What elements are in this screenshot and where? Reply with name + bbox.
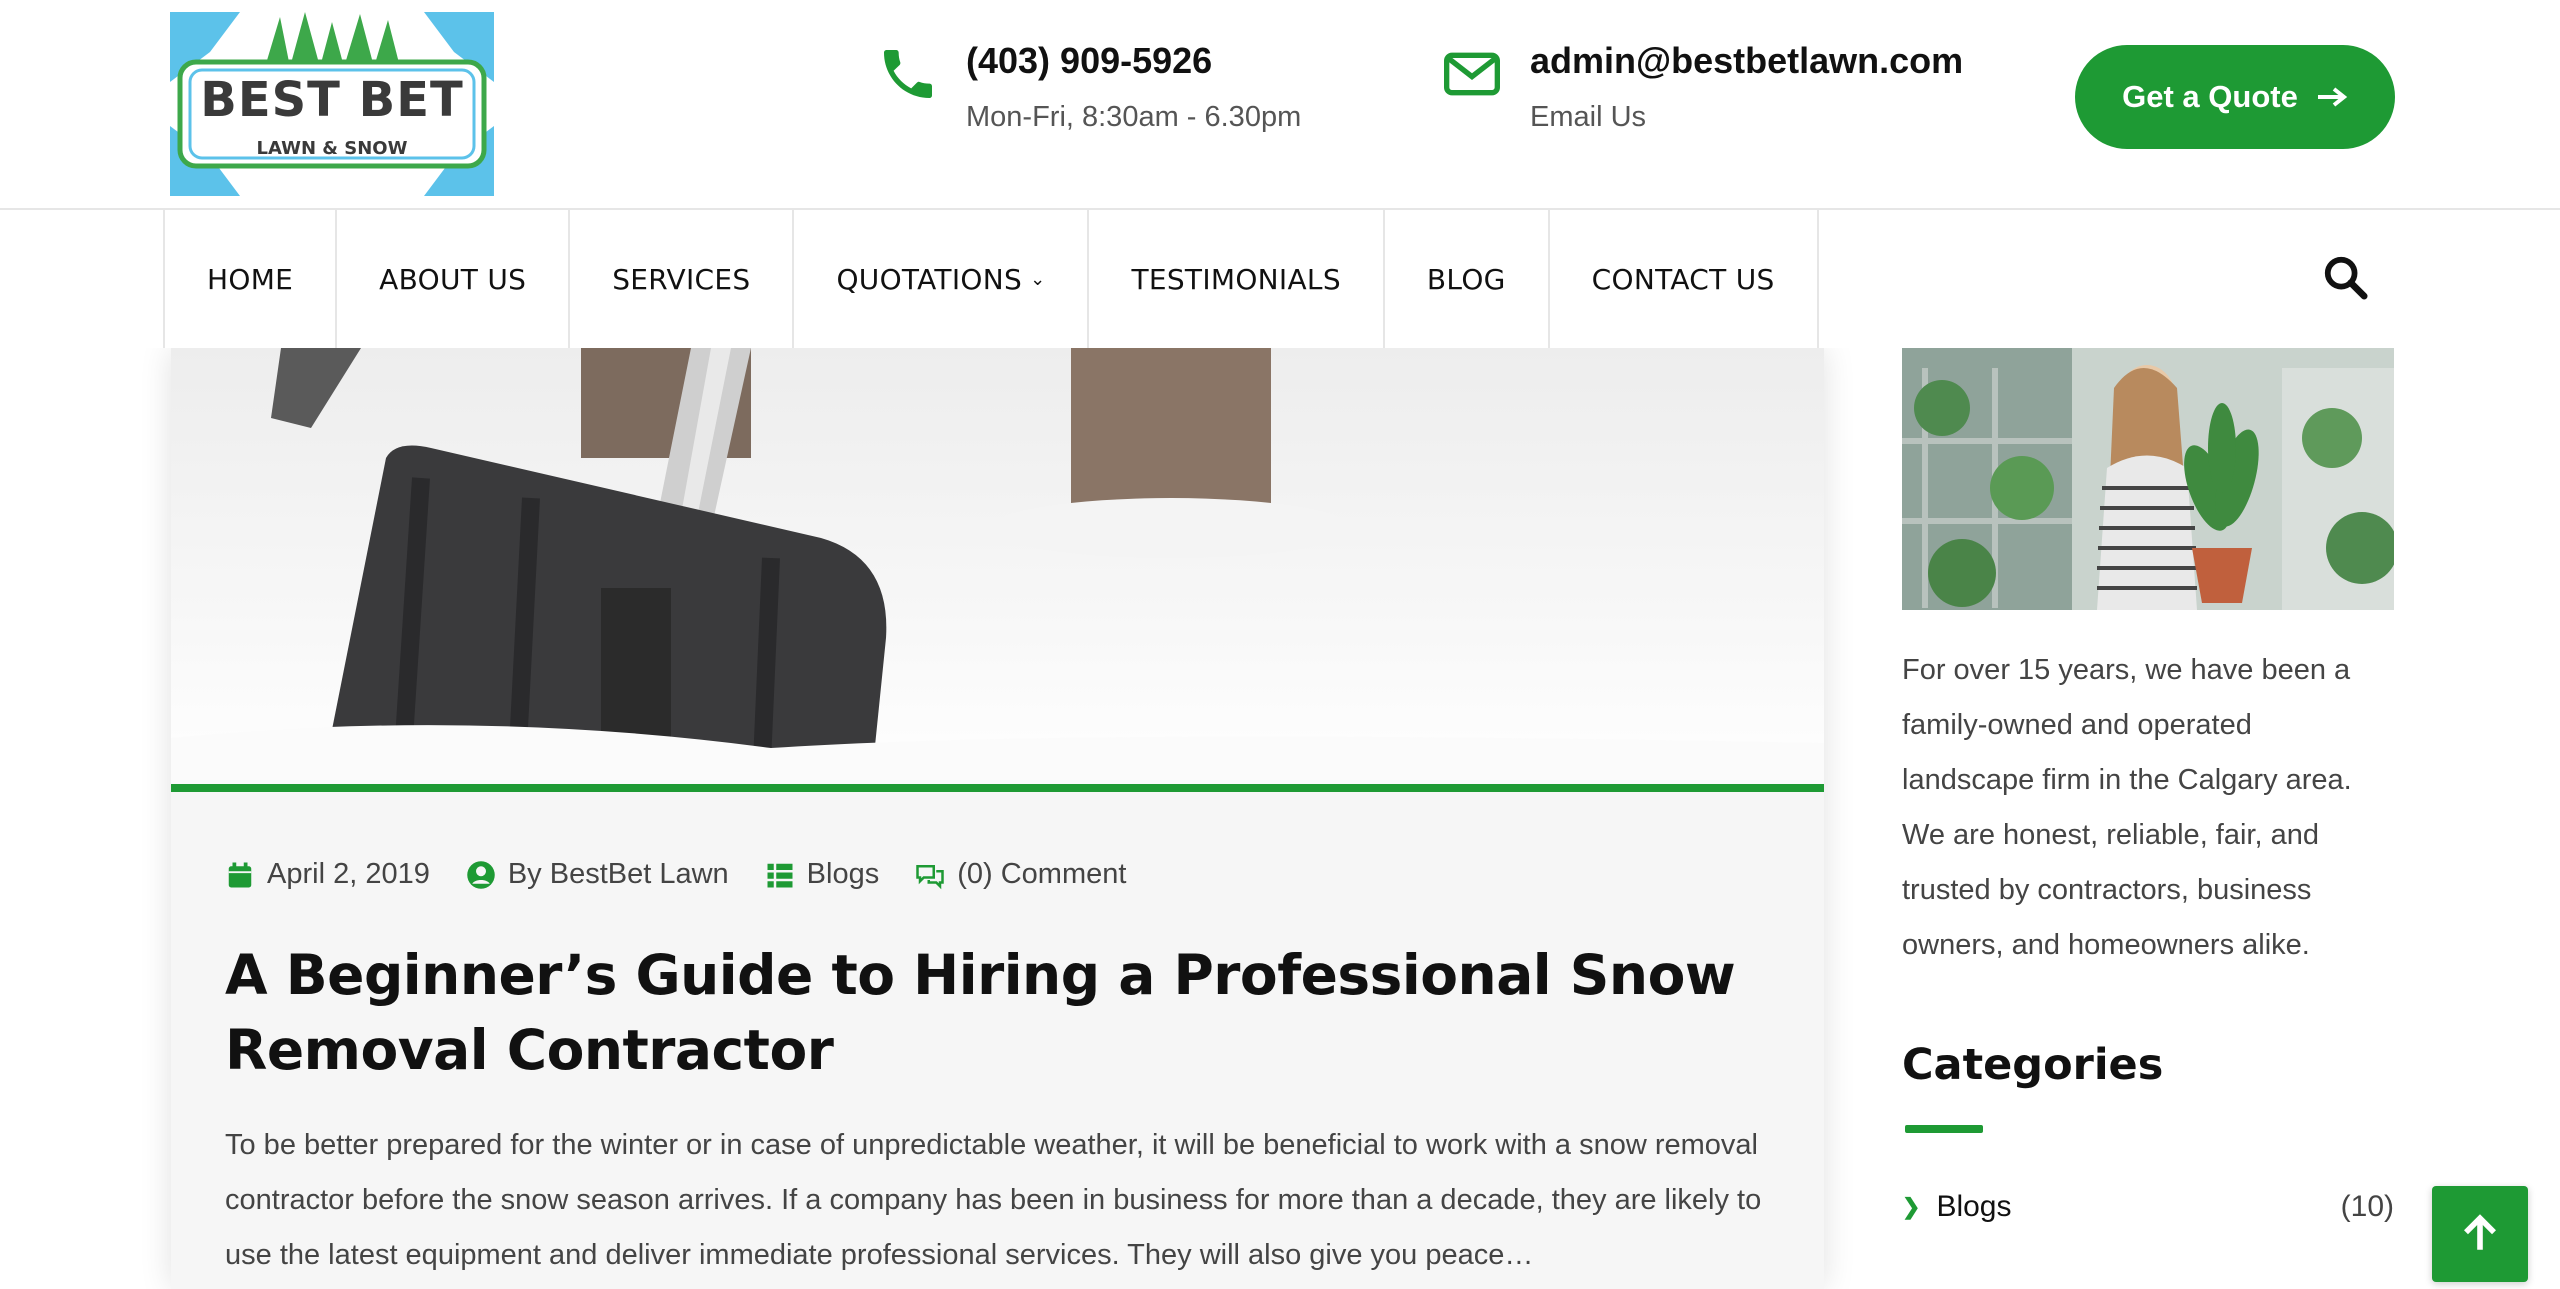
sidebar-about-image bbox=[1902, 348, 2394, 610]
nav-label: HOME bbox=[207, 262, 294, 296]
post-title[interactable]: A Beginner’s Guide to Hiring a Professio… bbox=[225, 938, 1745, 1088]
list-icon bbox=[767, 863, 793, 887]
calendar-icon bbox=[228, 862, 252, 887]
post-category-text: Blogs bbox=[806, 858, 880, 890]
main-navigation: HOME ABOUT US SERVICES QUOTATIONS ⌄ TESTI… bbox=[0, 210, 2560, 348]
logo-wordmark: BEST BET bbox=[200, 72, 464, 128]
post-date[interactable]: April 2, 2019 bbox=[225, 858, 430, 891]
category-count: (10) bbox=[2340, 1190, 2394, 1223]
logo-tagline: LAWN & SNOW bbox=[256, 138, 408, 159]
categories-heading: Categories bbox=[1902, 1040, 2164, 1090]
site-logo[interactable]: BEST BET LAWN & SNOW bbox=[170, 12, 494, 196]
arrow-right-icon bbox=[2317, 87, 2348, 107]
blog-post-card: April 2, 2019 By BestBet Lawn Blogs (0) … bbox=[171, 348, 1824, 1289]
nav-label: TESTIMONIALS bbox=[1131, 262, 1341, 296]
header-phone[interactable]: (403) 909-5926 Mon-Fri, 8:30am - 6.30pm bbox=[876, 36, 1301, 138]
nav-label: ABOUT US bbox=[379, 262, 527, 296]
get-a-quote-label: Get a Quote bbox=[2122, 79, 2298, 114]
nav-item-contact-us[interactable]: CONTACT US bbox=[1550, 210, 1819, 348]
comments-icon bbox=[916, 864, 944, 889]
nav-item-blog[interactable]: BLOG bbox=[1385, 210, 1550, 348]
office-hours: Mon-Fri, 8:30am - 6.30pm bbox=[966, 101, 1302, 133]
nav-item-testimonials[interactable]: TESTIMONIALS bbox=[1089, 210, 1385, 348]
nav-item-about-us[interactable]: ABOUT US bbox=[337, 210, 571, 348]
post-author[interactable]: By BestBet Lawn bbox=[466, 858, 729, 891]
nav-label: SERVICES bbox=[612, 262, 751, 296]
get-a-quote-button[interactable]: Get a Quote bbox=[2075, 45, 2395, 149]
email-address[interactable]: admin@bestbetlawn.com bbox=[1530, 36, 1963, 86]
nav-item-home[interactable]: HOME bbox=[165, 210, 338, 348]
nav-label: BLOG bbox=[1426, 262, 1506, 296]
post-comments-text: (0) Comment bbox=[957, 858, 1127, 890]
nav-label: QUOTATIONS bbox=[836, 262, 1023, 296]
nav-item-quotations[interactable]: QUOTATIONS ⌄ bbox=[794, 210, 1090, 348]
sidebar-about-text: For over 15 years, we have been a family… bbox=[1902, 654, 2352, 961]
category-name: Blogs bbox=[1936, 1190, 2012, 1223]
nav-menu: HOME ABOUT US SERVICES QUOTATIONS ⌄ TESTI… bbox=[163, 210, 1819, 348]
user-circle-icon bbox=[467, 860, 495, 889]
arrow-up-icon bbox=[2464, 1214, 2496, 1250]
post-author-text: By BestBet Lawn bbox=[507, 858, 729, 890]
chevron-right-icon: ❯ bbox=[1902, 1194, 1921, 1219]
post-date-text: April 2, 2019 bbox=[267, 858, 430, 890]
back-to-top-button[interactable] bbox=[2432, 1186, 2528, 1282]
categories-underline bbox=[1905, 1125, 1983, 1133]
header-email[interactable]: admin@bestbetlawn.com Email Us bbox=[1440, 36, 1963, 138]
category-item-blogs[interactable]: ❯ Blogs (10) bbox=[1902, 1190, 2394, 1224]
email-label: Email Us bbox=[1530, 101, 1647, 133]
nav-item-services[interactable]: SERVICES bbox=[570, 210, 795, 348]
post-featured-image[interactable] bbox=[171, 348, 1824, 785]
post-excerpt: To be better prepared for the winter or … bbox=[225, 1129, 1762, 1271]
nav-label: CONTACT US bbox=[1591, 262, 1775, 296]
hero-accent-bar bbox=[171, 784, 1824, 792]
post-comments[interactable]: (0) Comment bbox=[915, 858, 1126, 891]
site-header: BEST BET LAWN & SNOW (403) 909-5926 Mon-… bbox=[0, 0, 2560, 210]
phone-number[interactable]: (403) 909-5926 bbox=[966, 36, 1301, 86]
post-meta: April 2, 2019 By BestBet Lawn Blogs (0) … bbox=[225, 858, 1162, 891]
post-category[interactable]: Blogs bbox=[765, 858, 880, 891]
chevron-down-icon: ⌄ bbox=[1030, 268, 1046, 290]
search-icon[interactable] bbox=[2322, 254, 2368, 300]
envelope-icon bbox=[1444, 52, 1500, 96]
phone-icon bbox=[884, 50, 932, 98]
